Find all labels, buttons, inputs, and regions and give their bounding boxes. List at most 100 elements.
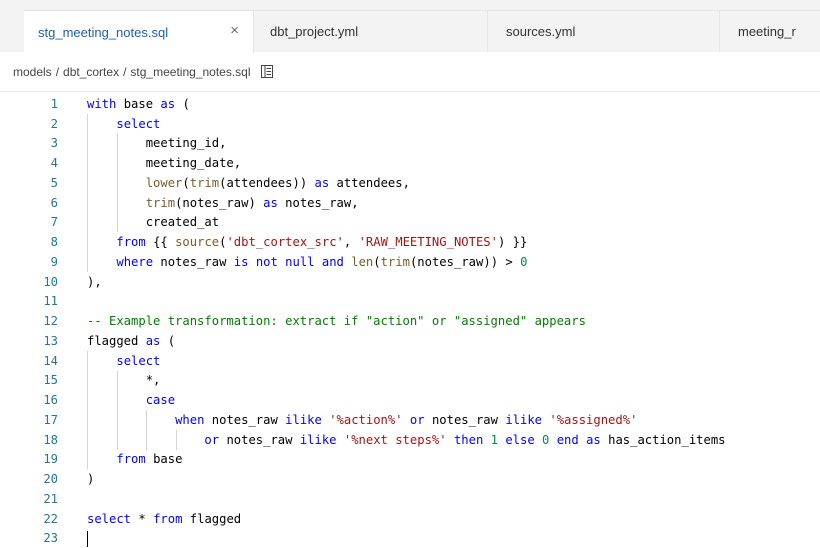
code-function: trim [146,196,175,210]
code-editor[interactable]: 1with base as (2 select3 meeting_id,4 me… [0,92,820,546]
code-line[interactable]: 3 meeting_id, [0,134,820,154]
tab-label: sources.yml [506,24,575,39]
code-keyword: and [322,255,344,269]
code-line[interactable]: 22select * from flagged [0,509,820,529]
tab-dbt-project[interactable]: dbt_project.yml [254,10,488,52]
code-punctuation: { [160,235,167,249]
line-number: 1 [0,97,58,111]
line-number: 10 [0,275,58,289]
code-keyword: as [263,196,278,210]
code-text: when notes_raw ilike '%action%' or notes… [87,413,637,427]
code-identifier: created_at [146,215,219,229]
code-keyword: as [315,176,330,190]
code-punctuation: } [520,235,527,249]
code-line[interactable]: 14 select [0,351,820,371]
indent-guide [87,450,88,470]
code-line[interactable]: 1with base as ( [0,94,820,114]
code-punctuation: ) [248,196,255,210]
line-number: 6 [0,196,58,210]
code-keyword: as [146,334,161,348]
indent-guide [117,410,118,430]
code-line[interactable]: 10), [0,272,820,292]
code-keyword: from [153,512,182,526]
tab-sources[interactable]: sources.yml [488,10,720,52]
code-punctuation: , [403,176,410,190]
code-comment: -- Example transformation: extract if "a… [87,314,586,328]
breadcrumb: models / dbt_cortex / stg_meeting_notes.… [0,52,820,92]
code-line[interactable]: 15 *, [0,371,820,391]
code-punctuation: * [146,373,153,387]
code-identifier: meeting_id [146,136,219,150]
code-line[interactable]: 5 lower(trim(attendees)) as attendees, [0,173,820,193]
indent-guide [87,134,88,154]
code-line[interactable]: 18 or notes_raw ilike '%next steps%' the… [0,430,820,450]
code-text: trim(notes_raw) as notes_raw, [87,196,359,210]
code-text: created_at [87,215,219,229]
code-line[interactable]: 21 [0,489,820,509]
indent-guide [117,390,118,410]
code-keyword: ilike [300,433,337,447]
line-number: 19 [0,452,58,466]
code-punctuation: , [153,373,160,387]
line-number: 12 [0,314,58,328]
line-number: 4 [0,156,58,170]
code-text: ) [87,472,94,486]
code-string: '%action%' [329,413,402,427]
indent-guide [117,193,118,213]
code-line[interactable]: 20) [0,469,820,489]
code-line[interactable]: 23 [0,529,820,548]
code-keyword: as [586,433,601,447]
code-punctuation: , [94,275,101,289]
code-line[interactable]: 6 trim(notes_raw) as notes_raw, [0,193,820,213]
code-punctuation: > [505,255,512,269]
close-icon[interactable]: × [230,22,239,39]
code-number: 0 [520,255,527,269]
code-line[interactable]: 2 select [0,114,820,134]
code-line[interactable]: 19 from base [0,450,820,470]
code-text: -- Example transformation: extract if "a… [87,314,586,328]
code-line[interactable]: 7 created_at [0,213,820,233]
code-identifier: notes_raw [432,413,498,427]
indent-guide [117,153,118,173]
line-number: 13 [0,334,58,348]
outline-list-icon[interactable] [261,65,273,78]
indent-guide [87,193,88,213]
code-line[interactable]: 11 [0,292,820,312]
code-identifier: notes_raw [160,255,226,269]
code-line[interactable]: 17 when notes_raw ilike '%action%' or no… [0,410,820,430]
line-number: 3 [0,136,58,150]
line-number: 14 [0,354,58,368]
code-line[interactable]: 12 -- Example transformation: extract if … [0,311,820,331]
tab-stg-meeting-notes[interactable]: stg_meeting_notes.sql × [24,10,254,53]
code-keyword: with [87,97,116,111]
code-line[interactable]: 9 where notes_raw is not null and len(tr… [0,252,820,272]
code-identifier: notes_raw [226,433,292,447]
code-line[interactable]: 16 case [0,390,820,410]
code-identifier: flagged [87,334,138,348]
editor-tab-bar: stg_meeting_notes.sql × dbt_project.yml … [0,0,820,52]
code-line[interactable]: 13flagged as ( [0,331,820,351]
code-function: trim [190,176,219,190]
code-keyword: or [410,413,425,427]
code-keyword: ilike [285,413,322,427]
code-keyword: null [285,255,314,269]
indent-guide [87,430,88,450]
line-number: 2 [0,117,58,131]
text-cursor [87,531,88,547]
code-number: 1 [491,433,498,447]
breadcrumb-item-file[interactable]: stg_meeting_notes.sql [130,65,250,79]
tab-meeting[interactable]: meeting_r [720,10,820,52]
code-function: len [351,255,373,269]
code-punctuation: ) [292,176,299,190]
line-number: 5 [0,176,58,190]
code-identifier: base [124,97,153,111]
code-punctuation: ( [373,255,380,269]
code-keyword: select [116,117,160,131]
code-line[interactable]: 4 meeting_date, [0,153,820,173]
line-number: 7 [0,215,58,229]
code-punctuation: ( [182,97,189,111]
indent-guide [87,173,88,193]
breadcrumb-item-dbt-cortex[interactable]: dbt_cortex [63,65,119,79]
code-line[interactable]: 8 from {{ source('dbt_cortex_src', 'RAW_… [0,232,820,252]
breadcrumb-item-models[interactable]: models [13,65,52,79]
